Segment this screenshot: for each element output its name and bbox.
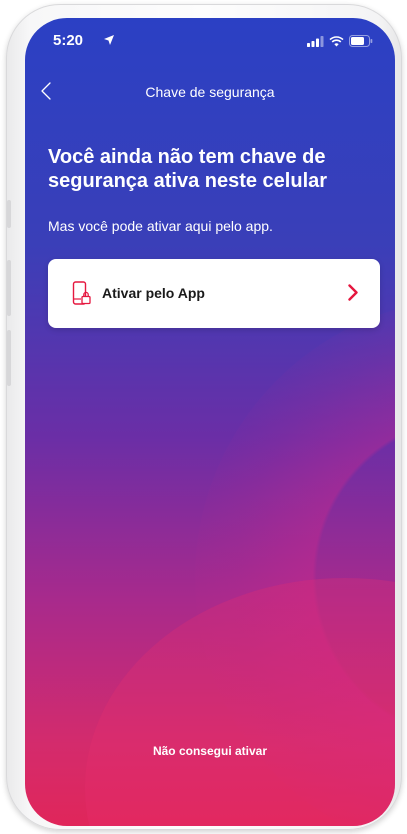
chevron-right-icon [348,284,358,306]
location-arrow-icon [103,33,115,51]
phone-lock-icon [72,281,92,312]
wifi-icon [329,34,344,52]
status-icons [307,34,373,52]
mute-switch [7,200,11,228]
status-bar: 5:20 [25,18,395,64]
subtitle: Mas você pode ativar aqui pelo app. [48,218,273,234]
phone-frame: 5:20 Chave de segurança Você ainda não t… [6,4,402,830]
could-not-activate-link[interactable]: Não consegui ativar [25,744,395,758]
page-title: Chave de segurança [145,84,275,100]
activate-by-app-button[interactable]: Ativar pelo App [48,259,380,328]
nav-bar: Chave de segurança [25,76,395,106]
volume-up-button [7,260,11,316]
status-time: 5:20 [53,32,84,49]
activate-by-app-label: Ativar pelo App [102,285,205,301]
headline: Você ainda não tem chave de segurança at… [48,146,328,192]
volume-down-button [7,330,11,386]
cellular-signal-icon [307,34,324,52]
battery-icon [349,34,373,52]
app-screen: 5:20 Chave de segurança Você ainda não t… [25,18,395,826]
